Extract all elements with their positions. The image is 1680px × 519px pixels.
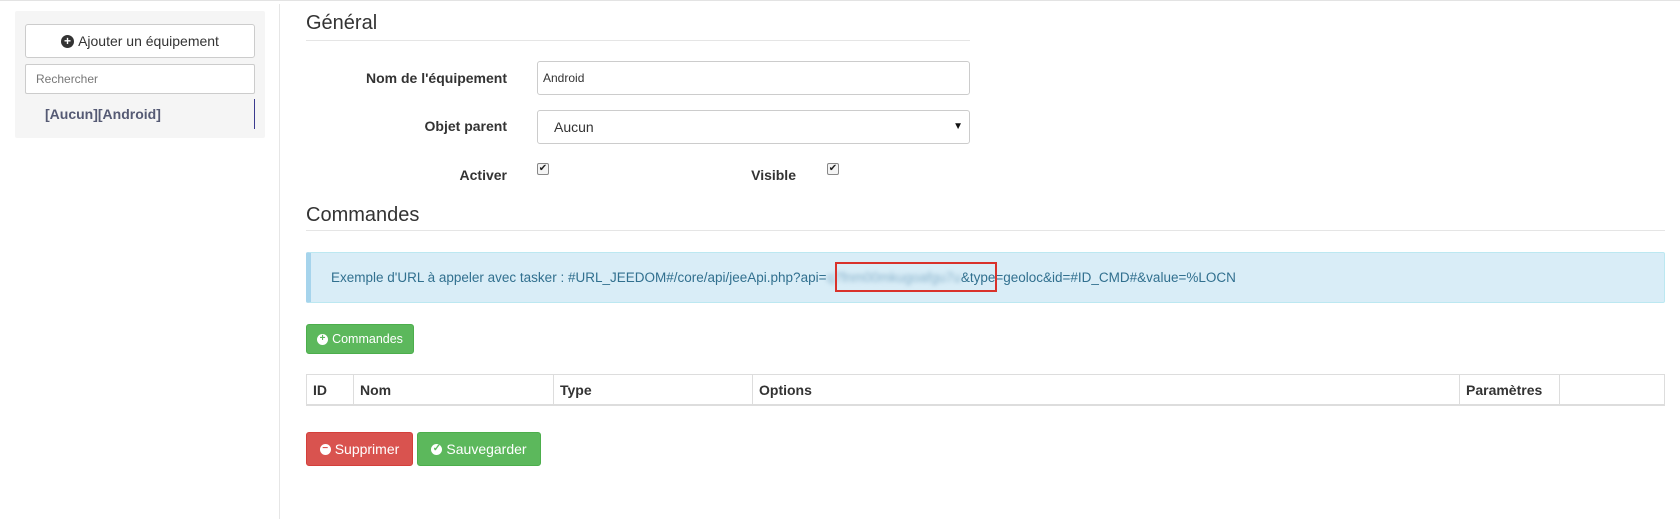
column-header-options: Options: [753, 375, 1460, 404]
sidebar-divider: [279, 4, 280, 519]
column-header-actions: [1560, 375, 1664, 404]
section-rule: [306, 230, 1665, 231]
commands-table-header: ID Nom Type Options Paramètres: [306, 374, 1665, 406]
minus-circle-icon: −: [319, 443, 331, 455]
column-header-id: ID: [307, 375, 354, 404]
sidebar: + Ajouter un équipement [Aucun][Android]: [15, 11, 265, 138]
top-border: [0, 0, 1680, 1]
column-header-parameters: Paramètres: [1460, 375, 1560, 404]
add-command-button[interactable]: + Commandes: [306, 324, 414, 354]
delete-label: Supprimer: [334, 441, 400, 457]
section-rule: [306, 40, 970, 41]
visible-label: Visible: [751, 167, 796, 183]
add-equipment-button[interactable]: + Ajouter un équipement: [25, 24, 255, 58]
parent-object-select[interactable]: Aucun ▼: [537, 110, 970, 144]
check-circle-icon: ✓: [431, 443, 443, 455]
save-button[interactable]: ✓ Sauvegarder: [417, 432, 541, 466]
caret-down-icon: ▼: [953, 121, 963, 132]
plus-circle-icon: +: [317, 333, 329, 345]
plus-circle-icon: +: [61, 34, 75, 48]
delete-button[interactable]: − Supprimer: [306, 432, 413, 466]
section-title-general: Général: [306, 12, 378, 34]
add-equipment-label: Ajouter un équipement: [78, 33, 219, 49]
url-suffix: &type=geoloc&id=#ID_CMD#&value=%LOCN: [960, 270, 1236, 285]
save-label: Sauvegarder: [446, 441, 527, 457]
parent-object-label: Objet parent: [424, 118, 507, 134]
activate-checkbox[interactable]: ✔: [537, 163, 549, 175]
search-input[interactable]: [25, 64, 255, 94]
add-command-label: Commandes: [332, 332, 403, 346]
parent-object-value: Aucun: [554, 119, 594, 135]
activate-label: Activer: [459, 167, 507, 183]
visible-checkbox[interactable]: ✔: [827, 163, 839, 175]
equipment-name-label: Nom de l'équipement: [365, 70, 507, 86]
equipment-name-input[interactable]: [537, 61, 970, 95]
equipment-list-item[interactable]: [Aucun][Android]: [25, 99, 255, 129]
column-header-type: Type: [554, 375, 753, 404]
section-title-commands: Commandes: [306, 204, 420, 226]
api-key-highlight-box: [835, 262, 997, 292]
column-header-name: Nom: [354, 375, 554, 404]
url-prefix: Exemple d'URL à appeler avec tasker : #U…: [331, 270, 827, 285]
